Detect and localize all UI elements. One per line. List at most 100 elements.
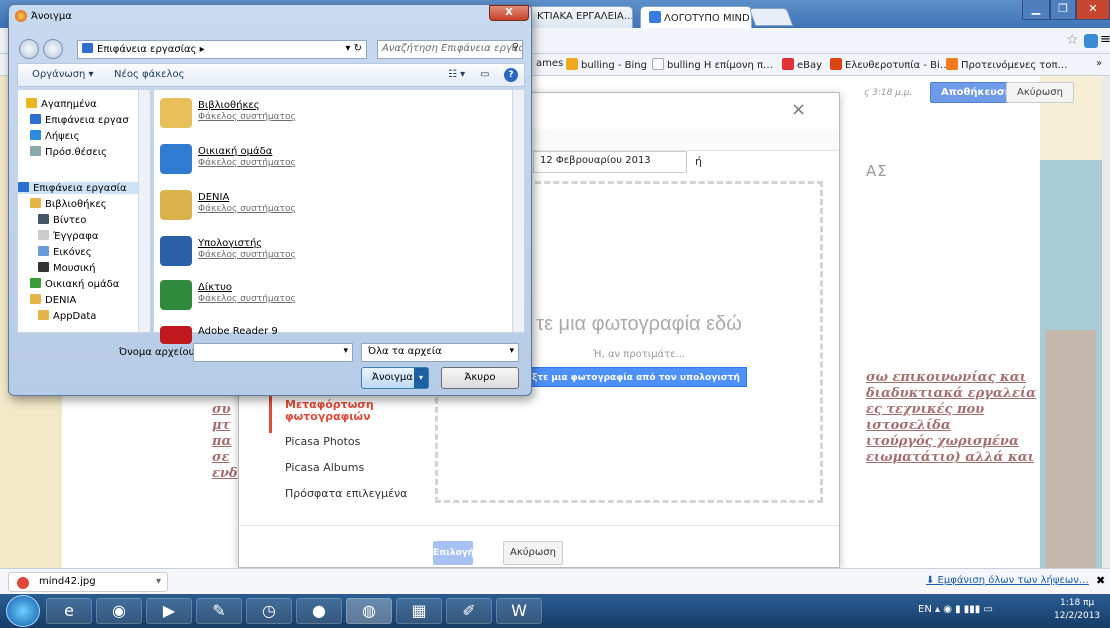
- cancel-button[interactable]: Ακύρωση: [503, 541, 563, 565]
- nav-item[interactable]: Επιφάνεια εργασ: [30, 114, 129, 126]
- blog-text-line: διαδυκτιακά εργαλεία: [866, 386, 1037, 401]
- chevron-down-icon[interactable]: ▾: [414, 368, 428, 388]
- tab-label: ΛΟΓΟΤΥΠΟ MIND 42 - A…: [664, 13, 751, 24]
- nav-item[interactable]: Λήψεις: [30, 130, 79, 142]
- search-icon[interactable]: ⚲: [512, 42, 519, 53]
- bookmark-item[interactable]: Προτεινόμενες τοπ…: [946, 58, 1067, 71]
- nav-recent[interactable]: Πρόσφατα επιλεγμένα: [285, 487, 407, 500]
- apps-icon[interactable]: ▦: [396, 598, 442, 624]
- file-name: Adobe Reader 9: [198, 326, 278, 337]
- firefox-icon[interactable]: ●: [296, 598, 342, 624]
- paint-icon[interactable]: ✐: [446, 598, 492, 624]
- browser-tab-active[interactable]: ΛΟΓΟΤΥΠΟ MIND 42 - A…×: [640, 6, 752, 28]
- file-item[interactable]: Βιβλιοθήκες Φάκελος συστήματος: [160, 98, 500, 138]
- nav-item-label: Πρόσ.θέσεις: [45, 147, 108, 158]
- nav-item[interactable]: Επιφάνεια εργασία: [18, 182, 138, 194]
- show-all-downloads-link[interactable]: ⬇ Εμφάνιση όλων των λήψεων…: [926, 575, 1089, 586]
- select-button[interactable]: Επιλογή: [433, 541, 474, 565]
- nav-item[interactable]: Εικόνες: [38, 246, 92, 258]
- file-scrollbar[interactable]: [512, 90, 524, 332]
- menu-icon[interactable]: ≡: [1100, 32, 1110, 47]
- media-icon[interactable]: ▶: [146, 598, 192, 624]
- editor-save-bar: ς 3:18 μ.μ. Αποθήκευση Ακύρωση: [860, 80, 1096, 106]
- blogger-icon: [946, 58, 958, 70]
- file-item[interactable]: Adobe Reader 9: [160, 324, 500, 364]
- skype-icon[interactable]: [1084, 34, 1098, 48]
- chrome-icon: [15, 10, 27, 22]
- desktop-icon: [18, 182, 29, 192]
- file-icon: [17, 577, 29, 589]
- close-icon[interactable]: ×: [791, 99, 806, 120]
- chevron-down-icon[interactable]: ▾: [156, 576, 161, 587]
- file-item[interactable]: Υπολογιστής Φάκελος συστήματος: [160, 236, 500, 276]
- pin-icon[interactable]: ✎: [196, 598, 242, 624]
- organize-menu[interactable]: Οργάνωση ▾: [32, 69, 94, 80]
- maximize-icon[interactable]: ❐: [1050, 0, 1076, 20]
- view-options-icon[interactable]: ☷ ▾: [448, 69, 465, 80]
- start-button[interactable]: [6, 595, 40, 627]
- nav-item-label: DENIA: [45, 295, 77, 306]
- forward-icon[interactable]: [43, 39, 63, 59]
- nav-item[interactable]: AppData: [38, 310, 96, 322]
- preview-pane-icon[interactable]: ▭: [480, 69, 489, 80]
- new-folder-button[interactable]: Νέος φάκελος: [114, 69, 184, 80]
- blog-text-line: σε: [212, 450, 230, 465]
- bookmarks-more-icon[interactable]: »: [1096, 58, 1102, 69]
- nav-item[interactable]: Οικιακή ομάδα: [30, 278, 119, 290]
- nav-item[interactable]: Βιβλιοθήκες: [30, 198, 107, 210]
- file-item[interactable]: DENIA Φάκελος συστήματος: [160, 190, 500, 230]
- page-scrollbar[interactable]: [1102, 76, 1110, 568]
- clock-app-icon[interactable]: ◷: [246, 598, 292, 624]
- date-field[interactable]: 12 Φεβρουαρίου 2013: [533, 151, 687, 173]
- command-bar: Οργάνωση ▾ Νέος φάκελος ☷ ▾ ▭ ?: [17, 63, 525, 87]
- file-type: Φάκελος συστήματος: [198, 158, 296, 168]
- blog-section-title: ΑΣ: [866, 162, 888, 180]
- cancel-button[interactable]: Άκυρο: [441, 367, 519, 389]
- nav-picasa-photos[interactable]: Picasa Photos: [285, 435, 360, 448]
- app-icon[interactable]: ◉: [96, 598, 142, 624]
- word-icon[interactable]: W: [496, 598, 542, 624]
- help-icon[interactable]: ?: [504, 68, 518, 82]
- system-tray[interactable]: EN ▴ ◉ ▮ ▮▮▮ ▭: [918, 604, 993, 615]
- nav-item[interactable]: Μουσική: [38, 262, 96, 274]
- nav-scrollbar[interactable]: [138, 90, 150, 332]
- browser-tab[interactable]: ΚΤΙΑΚΑ ΕΡΓΑΛΕΙΑ…×: [528, 6, 633, 28]
- bookmark-item[interactable]: bulling Η επίμονη π…: [652, 58, 773, 71]
- download-item[interactable]: mind42.jpg ▾: [8, 572, 168, 592]
- nav-item[interactable]: DENIA: [30, 294, 76, 306]
- nav-item[interactable]: Αγαπημένα: [26, 98, 97, 110]
- nav-item[interactable]: Βίντεο: [38, 214, 86, 226]
- file-type: Φάκελος συστήματος: [198, 294, 296, 304]
- close-icon[interactable]: X: [489, 5, 529, 21]
- bookmark-item[interactable]: Ελευθεροτυπία - Bi…: [830, 58, 950, 71]
- nav-item[interactable]: Έγγραφα: [38, 230, 98, 242]
- address-bar[interactable]: Επιφάνεια εργασίας ▸ ▾ ↻: [77, 40, 367, 59]
- open-button[interactable]: Άνοιγμα ▾: [361, 367, 429, 389]
- nav-picasa-albums[interactable]: Picasa Albums: [285, 461, 364, 474]
- upload-from-computer-button[interactable]: ξτε μια φωτογραφία από τον υπολογιστή σα…: [525, 367, 747, 403]
- bookmark-item[interactable]: ames: [536, 58, 563, 69]
- desktop-icon: [82, 43, 93, 53]
- star-icon[interactable]: ☆: [1066, 32, 1079, 48]
- new-tab-button[interactable]: [748, 8, 794, 26]
- bookmark-item[interactable]: eBay: [782, 58, 822, 71]
- nav-item[interactable]: Πρόσ.θέσεις: [30, 146, 107, 158]
- sidebar-decoration: [1046, 330, 1096, 570]
- cancel-button[interactable]: Ακύρωση: [1006, 82, 1074, 103]
- blog-text-line: συ: [212, 402, 231, 417]
- file-item[interactable]: Δίκτυο Φάκελος συστήματος: [160, 280, 500, 320]
- pictures-icon: [38, 246, 49, 256]
- clock[interactable]: 1:18 πμ 12/2/2013: [1054, 597, 1100, 623]
- refresh-icon[interactable]: ▾ ↻: [345, 43, 362, 54]
- search-input[interactable]: Αναζήτηση Επιφάνεια εργασί… ⚲: [377, 40, 523, 59]
- bookmark-item[interactable]: bulling - Bing: [566, 58, 647, 71]
- file-item[interactable]: Οικιακή ομάδα Φάκελος συστήματος: [160, 144, 500, 184]
- close-icon[interactable]: ✖: [1096, 574, 1105, 587]
- close-icon[interactable]: ✕: [1076, 0, 1110, 20]
- chrome-icon[interactable]: ◍: [346, 598, 392, 624]
- nav-item-label: Οικιακή ομάδα: [45, 279, 120, 290]
- minimize-icon[interactable]: ▁: [1022, 0, 1050, 20]
- nav-upload[interactable]: Μεταφόρτωση φωτογραφιών: [285, 399, 385, 423]
- back-icon[interactable]: [19, 39, 39, 59]
- ie-icon[interactable]: e: [46, 598, 92, 624]
